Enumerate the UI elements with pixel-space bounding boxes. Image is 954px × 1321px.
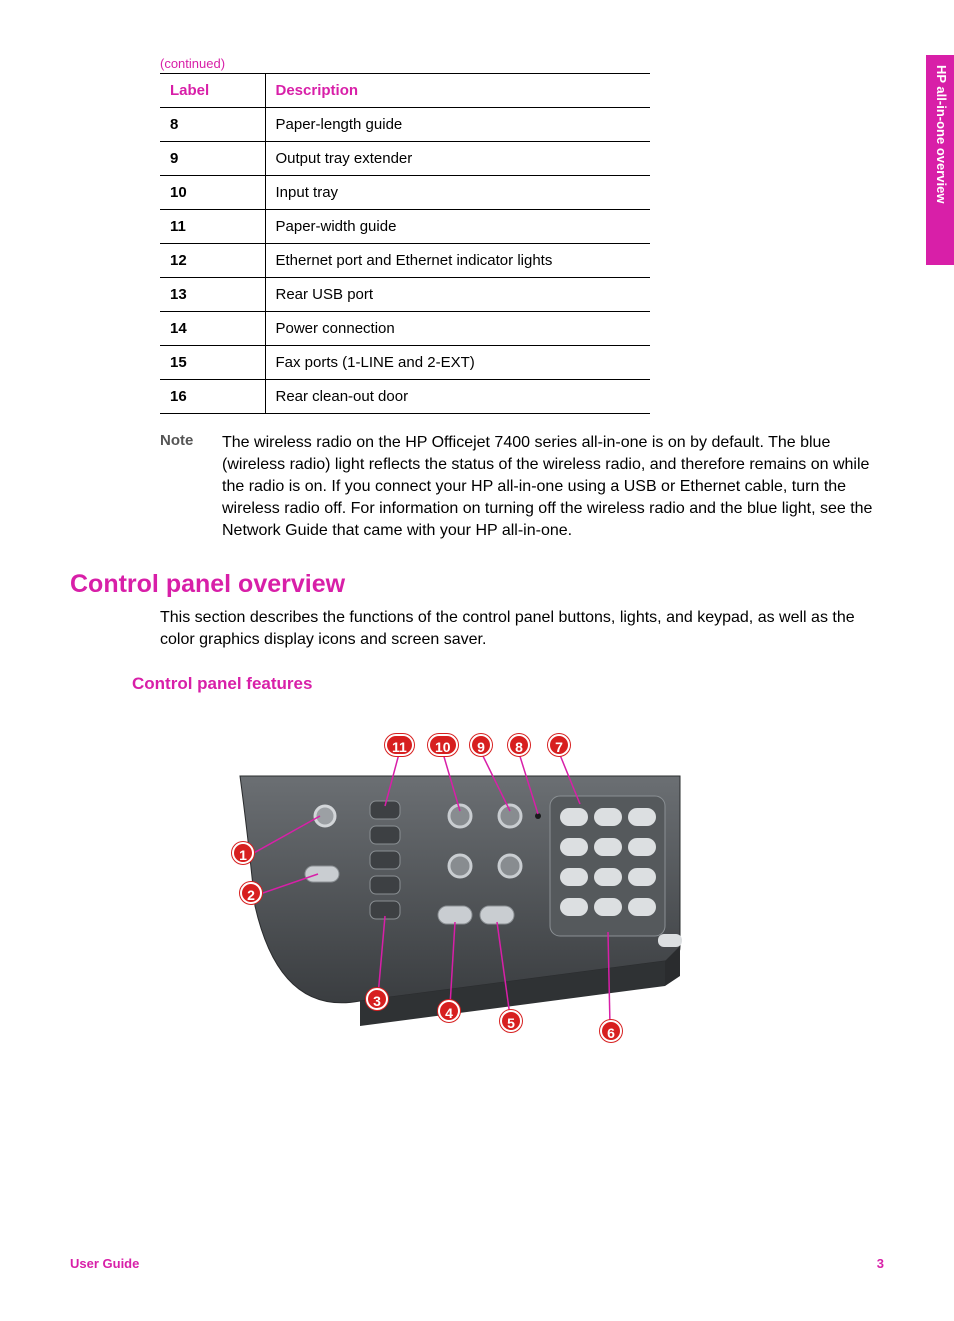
section-heading: Control panel overview bbox=[70, 570, 884, 599]
cell-label: 12 bbox=[160, 244, 265, 278]
callout-6: 6 bbox=[600, 1020, 622, 1042]
side-tab: HP all-in-one overview bbox=[926, 55, 954, 265]
cell-label: 16 bbox=[160, 380, 265, 414]
table-row: 13Rear USB port bbox=[160, 278, 650, 312]
cell-desc: Paper-length guide bbox=[265, 108, 650, 142]
cell-label: 15 bbox=[160, 346, 265, 380]
panel-illustration bbox=[160, 716, 700, 1046]
col-label: Label bbox=[160, 74, 265, 108]
footer-page-number: 3 bbox=[877, 1256, 884, 1271]
note-block: Note The wireless radio on the HP Office… bbox=[160, 432, 880, 542]
callout-5: 5 bbox=[500, 1010, 522, 1032]
table-row: 16Rear clean-out door bbox=[160, 380, 650, 414]
table-header-row: Label Description bbox=[160, 74, 650, 108]
control-panel-diagram: 11 10 9 8 7 1 2 3 4 5 6 bbox=[160, 716, 700, 1046]
callout-11: 11 bbox=[385, 734, 414, 756]
callout-7: 7 bbox=[548, 734, 570, 756]
cell-label: 9 bbox=[160, 142, 265, 176]
note-body: The wireless radio on the HP Officejet 7… bbox=[222, 432, 880, 542]
page-footer: User Guide 3 bbox=[70, 1256, 884, 1271]
cell-desc: Rear USB port bbox=[265, 278, 650, 312]
cell-desc: Ethernet port and Ethernet indicator lig… bbox=[265, 244, 650, 278]
cell-label: 11 bbox=[160, 210, 265, 244]
cell-desc: Power connection bbox=[265, 312, 650, 346]
cell-desc: Rear clean-out door bbox=[265, 380, 650, 414]
table-row: 15Fax ports (1-LINE and 2-EXT) bbox=[160, 346, 650, 380]
callout-3: 3 bbox=[366, 988, 388, 1010]
callout-1: 1 bbox=[232, 842, 254, 864]
section-intro: This section describes the functions of … bbox=[160, 607, 870, 651]
table-row: 14Power connection bbox=[160, 312, 650, 346]
col-description: Description bbox=[265, 74, 650, 108]
table-row: 9Output tray extender bbox=[160, 142, 650, 176]
cell-desc: Fax ports (1-LINE and 2-EXT) bbox=[265, 346, 650, 380]
cell-desc: Output tray extender bbox=[265, 142, 650, 176]
cell-label: 14 bbox=[160, 312, 265, 346]
subsection-heading: Control panel features bbox=[132, 674, 884, 694]
cell-desc: Input tray bbox=[265, 176, 650, 210]
cell-label: 13 bbox=[160, 278, 265, 312]
table-row: 10Input tray bbox=[160, 176, 650, 210]
parts-table: Label Description 8Paper-length guide 9O… bbox=[160, 73, 650, 414]
cell-label: 10 bbox=[160, 176, 265, 210]
callout-9: 9 bbox=[470, 734, 492, 756]
callout-10: 10 bbox=[428, 734, 458, 756]
callout-8: 8 bbox=[508, 734, 530, 756]
page-content: (continued) Label Description 8Paper-len… bbox=[0, 0, 954, 1046]
callout-4: 4 bbox=[438, 1000, 460, 1022]
callout-2: 2 bbox=[240, 882, 262, 904]
table-row: 8Paper-length guide bbox=[160, 108, 650, 142]
continued-marker: (continued) bbox=[160, 56, 884, 71]
cell-desc: Paper-width guide bbox=[265, 210, 650, 244]
table-row: 11Paper-width guide bbox=[160, 210, 650, 244]
cell-label: 8 bbox=[160, 108, 265, 142]
note-label: Note bbox=[160, 432, 222, 542]
footer-left: User Guide bbox=[70, 1256, 139, 1271]
table-row: 12Ethernet port and Ethernet indicator l… bbox=[160, 244, 650, 278]
